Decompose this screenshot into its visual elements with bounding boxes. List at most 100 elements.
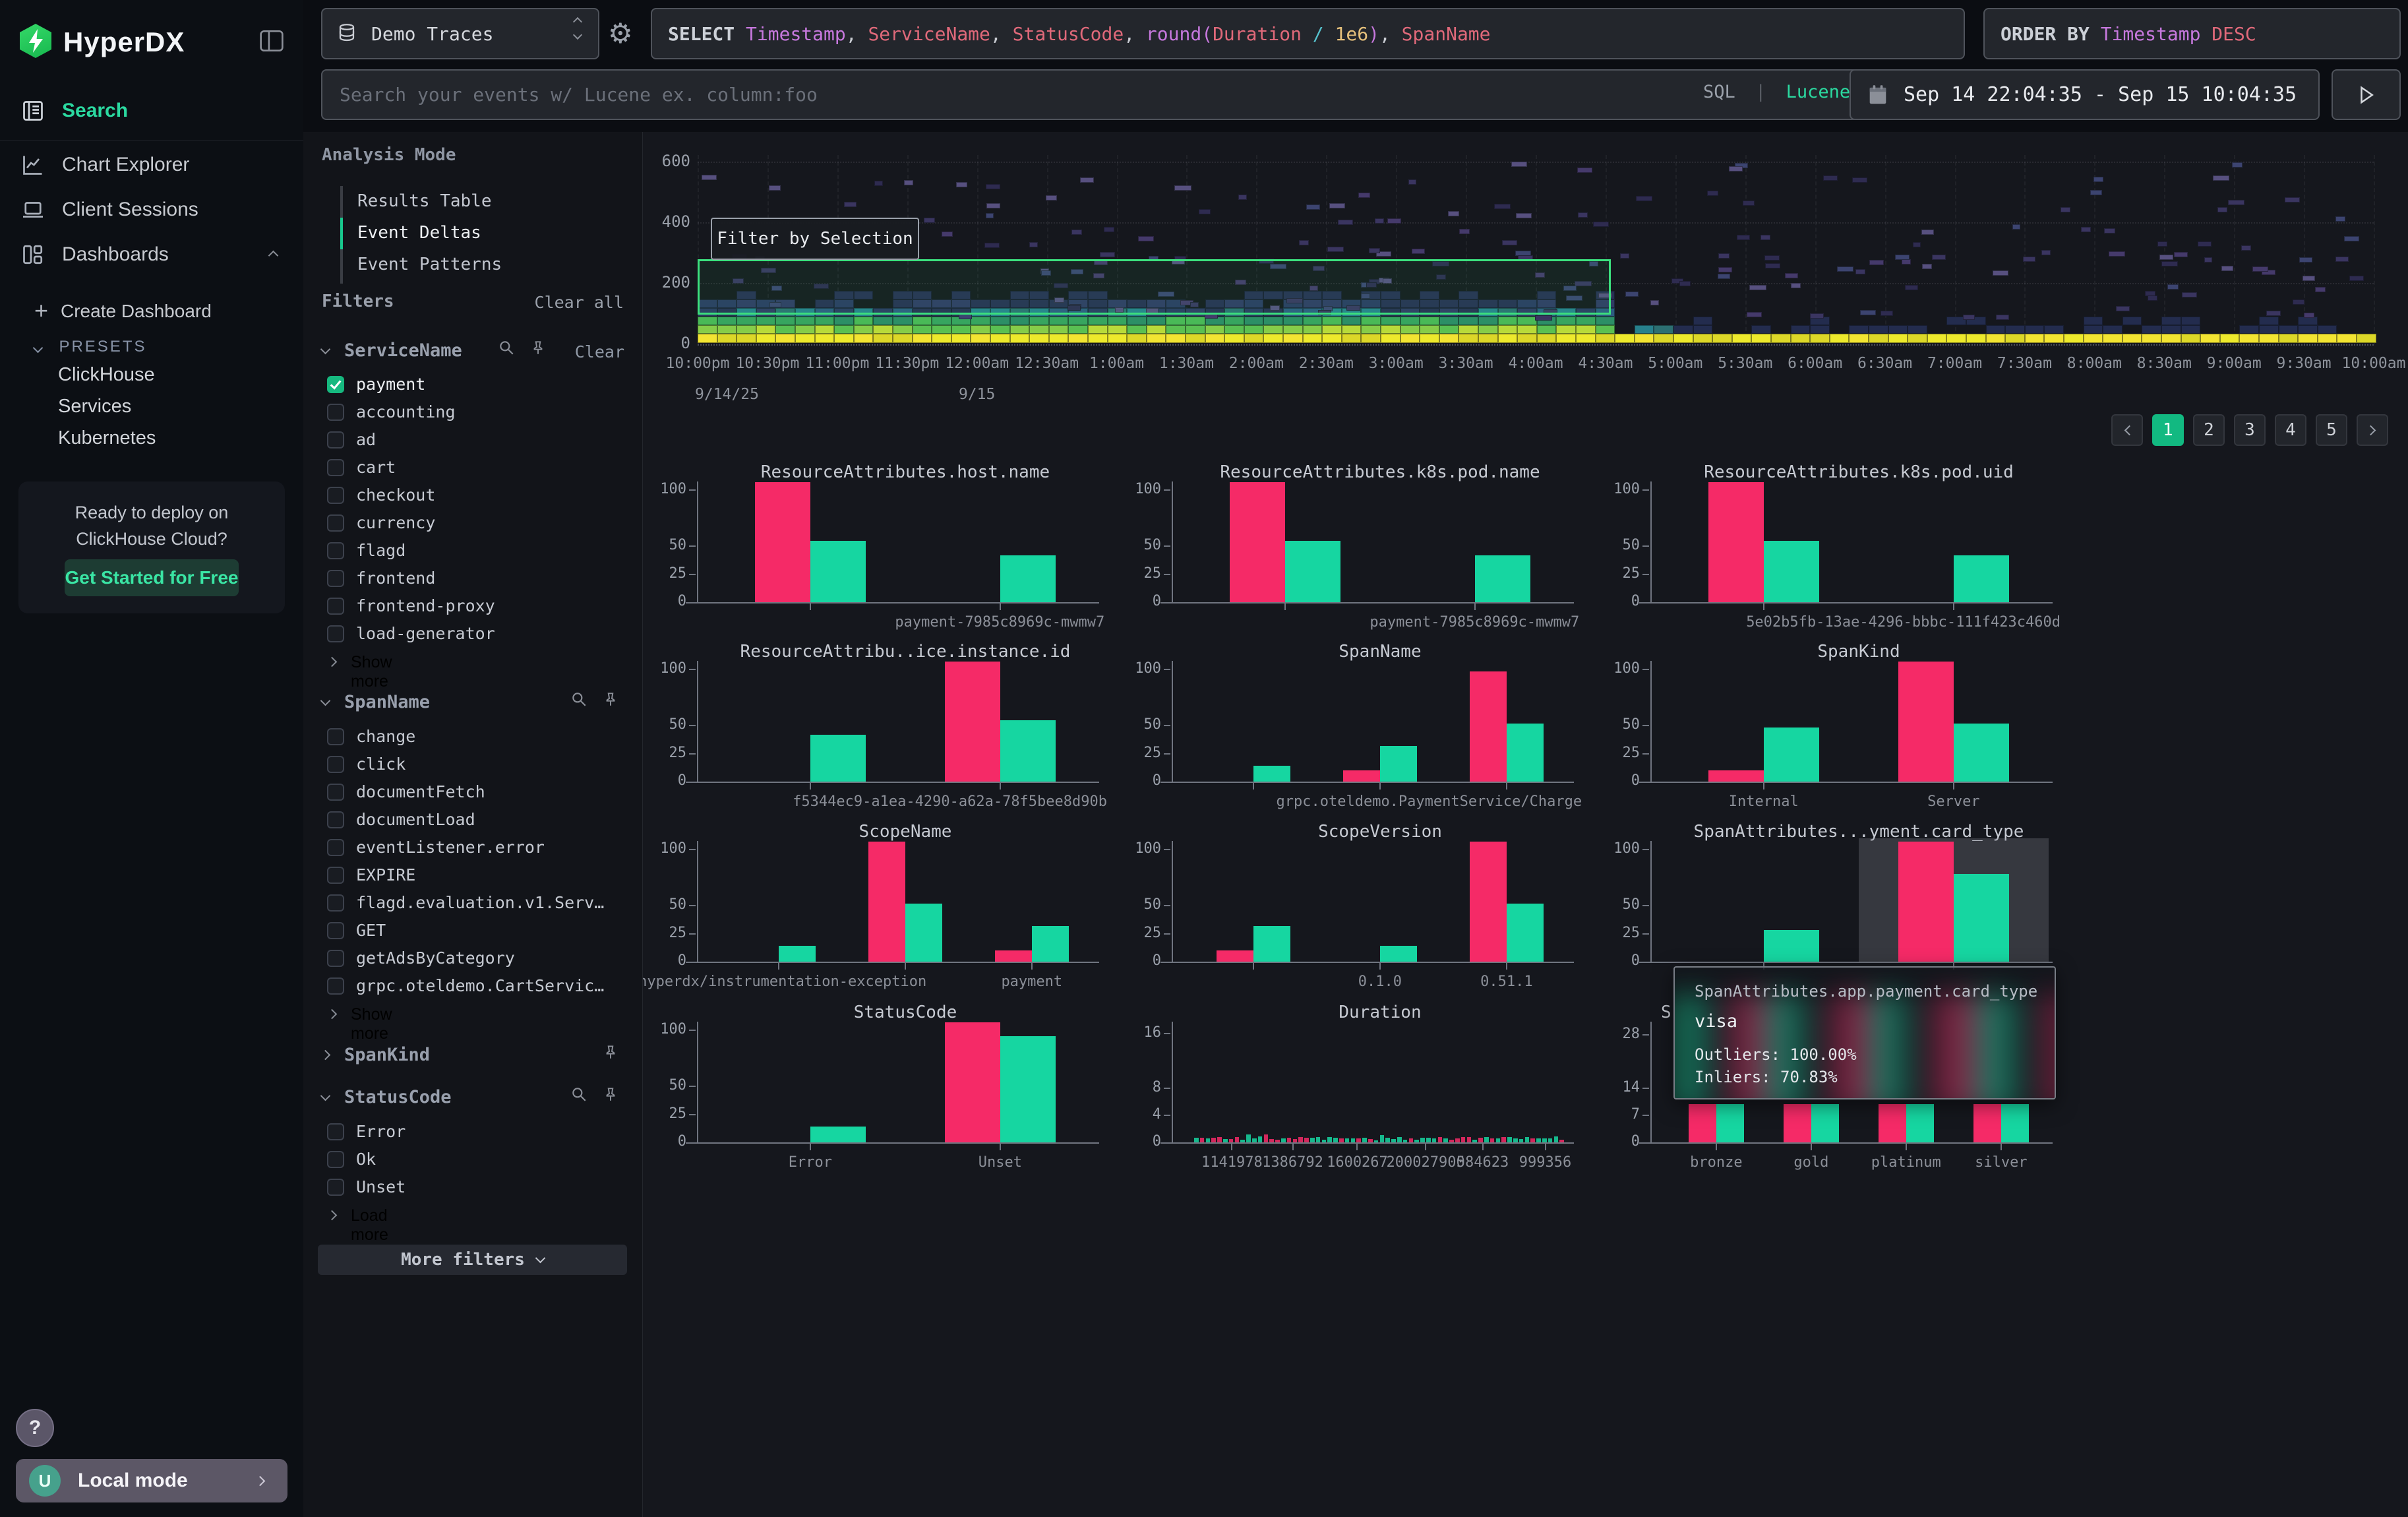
- outlier-bar[interactable]: [1470, 671, 1507, 782]
- filter-checkbox[interactable]: [327, 811, 344, 828]
- outlier-bar[interactable]: [1708, 482, 1764, 602]
- filter-checkbox[interactable]: [327, 598, 344, 615]
- sidebar-item-search[interactable]: Search: [0, 92, 303, 129]
- create-dashboard-button[interactable]: Create Dashboard: [61, 301, 212, 322]
- date-range-picker[interactable]: Sep 14 22:04:35 - Sep 15 10:04:35: [1850, 69, 2320, 120]
- filter-item-cart[interactable]: cart: [327, 458, 624, 481]
- pin-icon[interactable]: [602, 1086, 619, 1106]
- filter-item-grpc-oteldemo-cartservic-[interactable]: grpc.oteldemo.CartServic…: [327, 976, 624, 1000]
- filter-checkbox[interactable]: [327, 487, 344, 504]
- gear-icon[interactable]: ⚙: [608, 17, 633, 49]
- sidebar-item-client-sessions[interactable]: Client Sessions: [0, 191, 303, 228]
- filter-checkbox[interactable]: [327, 728, 344, 745]
- inlier-bar[interactable]: [1380, 746, 1417, 782]
- filter-item-documentfetch[interactable]: documentFetch: [327, 782, 624, 806]
- source-select[interactable]: Demo Traces: [321, 8, 599, 59]
- sidebar-collapse-icon[interactable]: [258, 29, 285, 56]
- get-started-button[interactable]: Get Started for Free: [65, 559, 239, 596]
- outlier-bar[interactable]: [1343, 770, 1380, 782]
- analysis-mode-option-event-patterns[interactable]: Event Patterns: [357, 255, 502, 274]
- filter-checkbox[interactable]: [327, 459, 344, 476]
- outlier-bar[interactable]: [868, 842, 905, 962]
- filter-item-checkout[interactable]: checkout: [327, 485, 624, 509]
- inlier-bar[interactable]: [1811, 1104, 1839, 1142]
- outlier-bar[interactable]: [995, 950, 1032, 962]
- outlier-bar[interactable]: [1973, 1104, 2001, 1142]
- filter-checkbox[interactable]: [327, 950, 344, 967]
- filter-checkbox[interactable]: [327, 1123, 344, 1140]
- filter-checkbox[interactable]: [327, 922, 344, 939]
- sidebar-item-clickhouse[interactable]: ClickHouse: [58, 364, 155, 386]
- filter-checkbox[interactable]: [327, 1179, 344, 1196]
- sidebar-item-dashboards[interactable]: Dashboards: [0, 236, 303, 273]
- filter-group-header-spankind[interactable]: SpanKind: [322, 1045, 624, 1068]
- page-button-4[interactable]: 4: [2275, 414, 2306, 446]
- filter-item-currency[interactable]: currency: [327, 513, 624, 537]
- inlier-bar[interactable]: [1716, 1104, 1744, 1142]
- filter-checkbox[interactable]: [327, 625, 344, 642]
- inlier-bar[interactable]: [1764, 930, 1819, 962]
- sidebar-item-kubernetes[interactable]: Kubernetes: [58, 427, 156, 449]
- inlier-bar[interactable]: [779, 946, 816, 962]
- outlier-bar[interactable]: [1708, 770, 1764, 782]
- inlier-bar[interactable]: [1954, 724, 2009, 782]
- inlier-bar[interactable]: [1380, 946, 1417, 962]
- filter-checkbox[interactable]: [327, 404, 344, 421]
- inlier-bar[interactable]: [1285, 541, 1340, 602]
- search-icon[interactable]: [570, 691, 587, 711]
- search-icon[interactable]: [498, 339, 515, 359]
- page-button-5[interactable]: 5: [2316, 414, 2347, 446]
- outlier-bar[interactable]: [1470, 842, 1507, 962]
- filter-item-documentload[interactable]: documentLoad: [327, 810, 624, 834]
- page-button-3[interactable]: 3: [2234, 414, 2266, 446]
- outlier-bar[interactable]: [1230, 482, 1285, 602]
- presets-toggle[interactable]: PRESETS: [34, 338, 146, 356]
- filter-checkbox[interactable]: [327, 431, 344, 449]
- run-query-button[interactable]: [2332, 69, 2401, 120]
- inlier-bar[interactable]: [1475, 555, 1530, 602]
- filter-item-error[interactable]: Error: [327, 1122, 624, 1146]
- search-icon[interactable]: [570, 1086, 587, 1106]
- page-button-1[interactable]: 1: [2152, 414, 2184, 446]
- lucene-toggle[interactable]: Lucene: [1786, 82, 1851, 102]
- filter-item-expire[interactable]: EXPIRE: [327, 865, 624, 889]
- filter-checkbox[interactable]: [327, 756, 344, 773]
- heatmap-selection-box[interactable]: [698, 259, 1611, 315]
- filter-item-payment[interactable]: payment: [327, 375, 624, 398]
- filter-item-change[interactable]: change: [327, 727, 624, 751]
- filter-item-load-generator[interactable]: load-generator: [327, 624, 624, 648]
- filter-checkbox[interactable]: [327, 839, 344, 856]
- inlier-bar[interactable]: [810, 1127, 866, 1142]
- inlier-bar[interactable]: [1954, 555, 2009, 602]
- outlier-bar[interactable]: [1217, 950, 1253, 962]
- clear-all-button[interactable]: Clear all: [535, 293, 624, 312]
- filter-group-header-spanname[interactable]: SpanName: [322, 692, 624, 716]
- filter-group-header-servicename[interactable]: ServiceNameClear: [322, 340, 624, 364]
- filter-by-selection-button[interactable]: Filter by Selection: [711, 218, 919, 260]
- order-by-input[interactable]: ORDER BY Timestamp DESC: [1983, 8, 2401, 59]
- filter-item-accounting[interactable]: accounting: [327, 402, 624, 426]
- inlier-bar[interactable]: [1906, 1104, 1934, 1142]
- clear-group-button[interactable]: Clear: [575, 342, 624, 361]
- filter-group-header-statuscode[interactable]: StatusCode: [322, 1087, 624, 1111]
- inlier-bar[interactable]: [810, 735, 866, 782]
- sidebar-item-chart-explorer[interactable]: Chart Explorer: [0, 146, 303, 183]
- filter-checkbox[interactable]: [327, 977, 344, 995]
- filter-checkbox[interactable]: [327, 784, 344, 801]
- more-filters-button[interactable]: More filters: [318, 1245, 627, 1275]
- filter-item-ad[interactable]: ad: [327, 430, 624, 454]
- inlier-bar[interactable]: [1764, 728, 1819, 782]
- help-button[interactable]: ?: [16, 1409, 54, 1447]
- filter-item-click[interactable]: click: [327, 755, 624, 778]
- outlier-bar[interactable]: [755, 482, 810, 602]
- filter-checkbox[interactable]: [327, 514, 344, 532]
- filter-item-frontend[interactable]: frontend: [327, 569, 624, 592]
- sql-select-input[interactable]: SELECT Timestamp, ServiceName, StatusCod…: [651, 8, 1965, 59]
- filter-item-flagd-evaluation-v1-serv-[interactable]: flagd.evaluation.v1.Serv…: [327, 893, 624, 917]
- filter-item-getadsbycategory[interactable]: getAdsByCategory: [327, 948, 624, 972]
- outlier-bar[interactable]: [1784, 1104, 1811, 1142]
- inlier-bar[interactable]: [1000, 720, 1056, 782]
- filter-checkbox[interactable]: [327, 894, 344, 912]
- page-button-2[interactable]: 2: [2193, 414, 2225, 446]
- outlier-bar[interactable]: [945, 662, 1000, 782]
